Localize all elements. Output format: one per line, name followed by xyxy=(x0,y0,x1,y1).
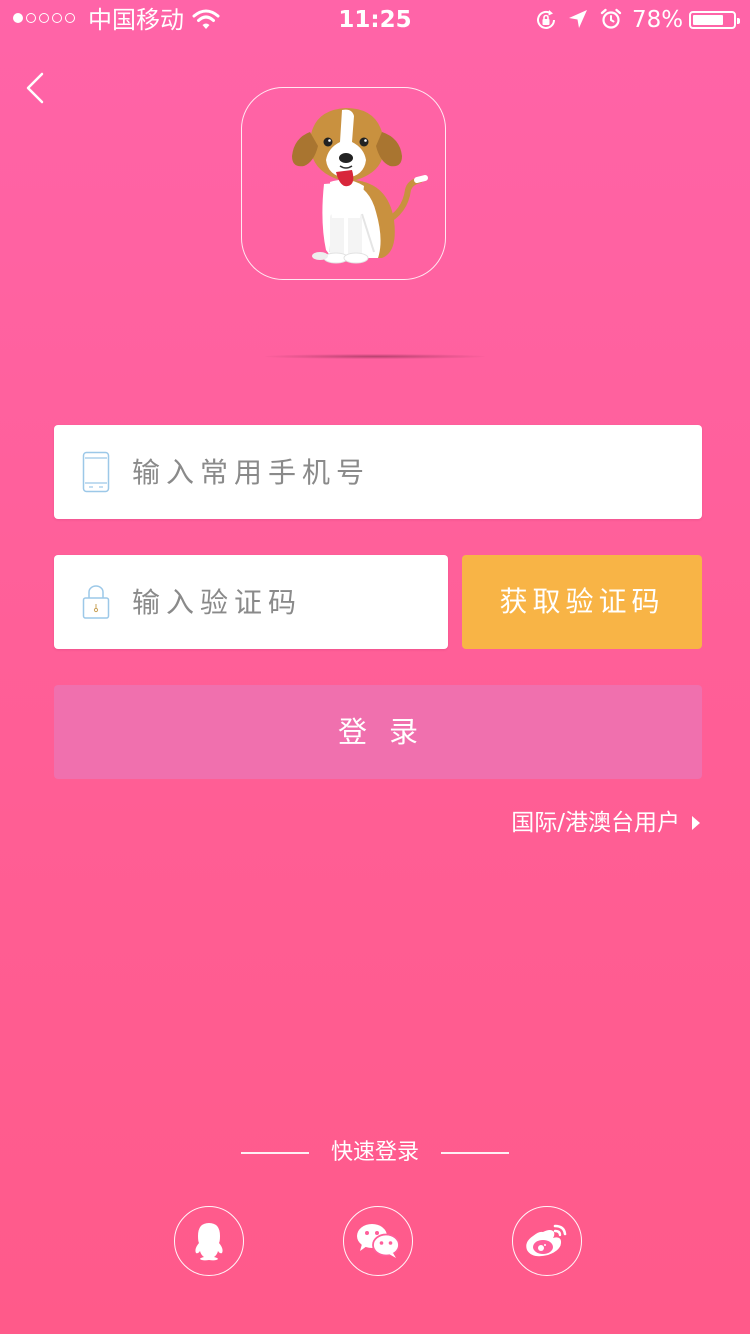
rotation-lock-icon xyxy=(537,10,555,29)
qq-icon xyxy=(195,1223,223,1261)
logo-divider xyxy=(265,354,485,359)
battery-percent: 78% xyxy=(632,7,684,33)
back-button[interactable] xyxy=(20,66,56,110)
wechat-icon xyxy=(357,1224,400,1258)
divider-line xyxy=(441,1152,509,1154)
qq-login-button[interactable] xyxy=(174,1206,244,1276)
weibo-icon xyxy=(526,1224,567,1257)
location-arrow-icon xyxy=(569,10,587,28)
quick-login-title: 快速登录 xyxy=(0,1138,750,1168)
puppy-mascot-icon xyxy=(292,108,428,264)
divider-line xyxy=(240,1152,309,1154)
caret-right-icon xyxy=(692,816,700,830)
phone-input[interactable] xyxy=(132,425,672,519)
verification-code-field xyxy=(54,555,448,649)
alarm-icon xyxy=(600,8,622,29)
phone-icon xyxy=(82,451,110,493)
international-users-label: 国际/港澳台用户 xyxy=(511,810,680,836)
battery-icon xyxy=(689,11,740,29)
wechat-login-button[interactable] xyxy=(343,1206,413,1276)
weibo-login-button[interactable] xyxy=(512,1206,582,1276)
status-bar: 中国移动 11:25 78% xyxy=(0,0,750,40)
login-button[interactable]: 登录 xyxy=(54,685,702,779)
app-logo xyxy=(241,87,446,280)
chevron-left-icon xyxy=(26,72,44,104)
verification-code-input[interactable] xyxy=(132,555,432,649)
get-code-button[interactable]: 获取验证码 xyxy=(462,555,702,649)
international-users-link[interactable]: 国际/港澳台用户 xyxy=(511,808,700,838)
lock-icon xyxy=(82,585,110,619)
quick-login-label: 快速登录 xyxy=(330,1140,419,1165)
login-screen: 中国移动 11:25 78% 输入常用手机号 输入验证码 获取验证码 登录 国际… xyxy=(0,0,750,1334)
phone-field xyxy=(54,425,702,519)
